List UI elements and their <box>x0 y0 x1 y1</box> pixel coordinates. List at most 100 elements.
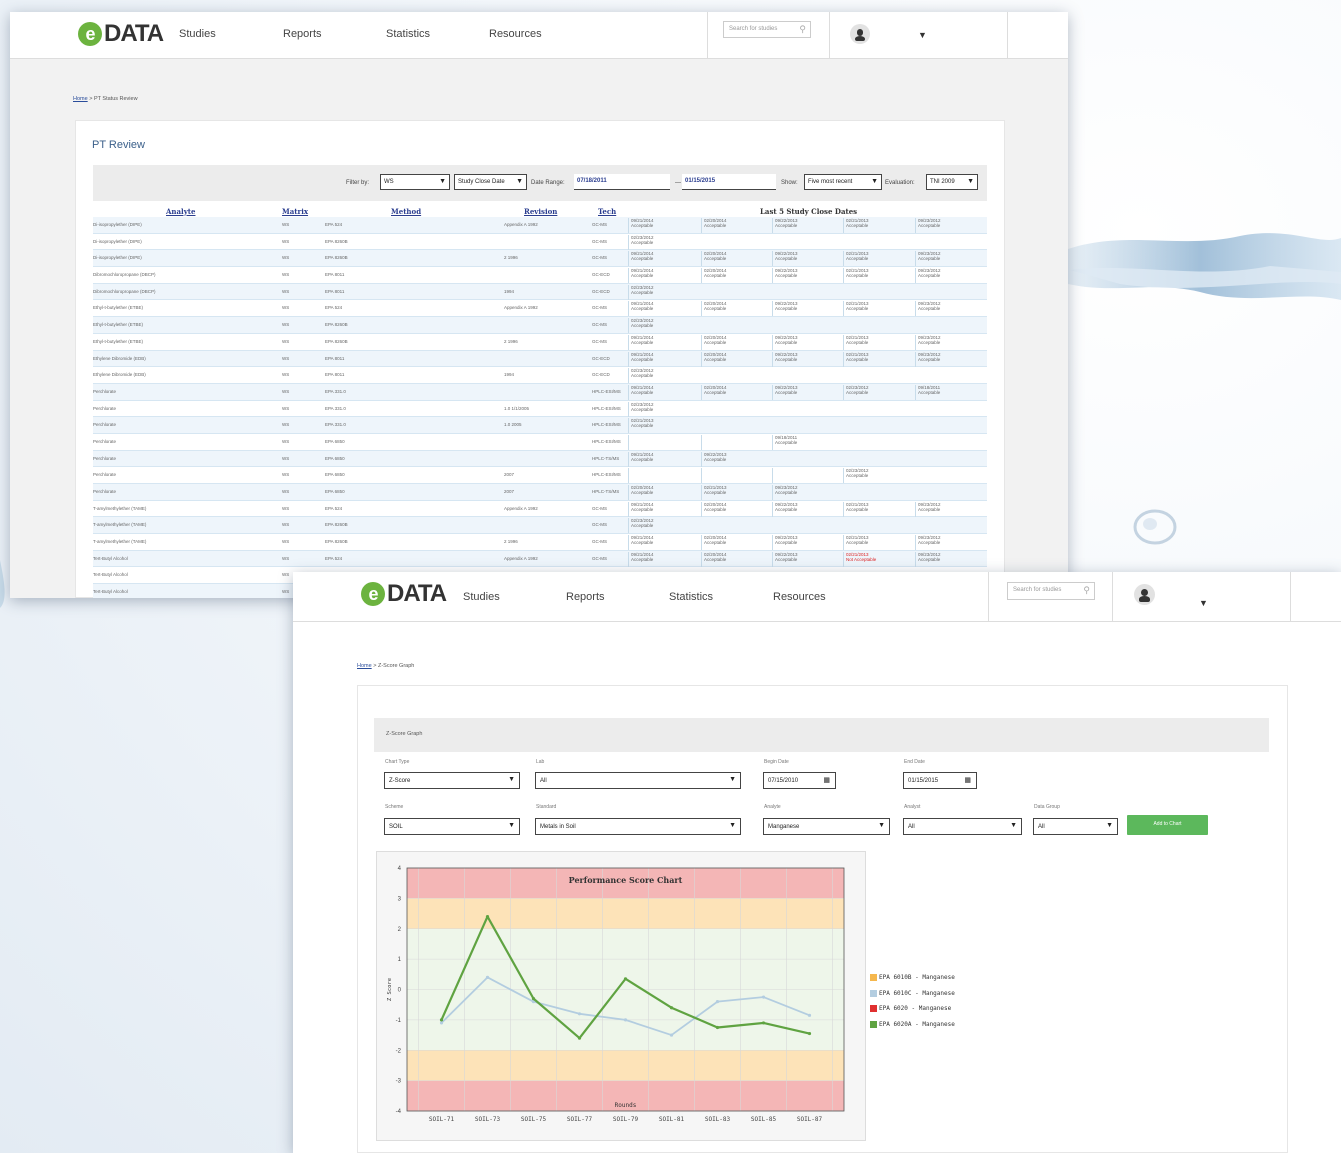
col-matrix[interactable]: Matrix <box>282 207 308 216</box>
analyst-select[interactable]: All ▼ <box>903 818 1022 835</box>
top-header: e DATA Studies Reports Statistics Resour… <box>293 572 1341 622</box>
chart-type-select[interactable]: Z-Score ▼ <box>384 772 520 789</box>
cell-method: EPA 8011 <box>325 288 345 294</box>
evaluation-select[interactable]: TNI 2009 ▼ <box>926 174 978 190</box>
chevron-down-icon[interactable]: ▼ <box>1199 598 1208 608</box>
table-row[interactable]: Ethylene Dibromide (EDB) WS EPA 8011 1994 GC… <box>93 367 987 384</box>
table-row[interactable]: T-amylmethylether (TAME) WS EPA 8260B 2 199… <box>93 534 987 551</box>
table-row[interactable]: Perchlorate WS EPA 6850 HPLC-TS/MS 09/21/201… <box>93 450 987 468</box>
nav-statistics[interactable]: Statistics <box>669 591 713 603</box>
nav-reports[interactable]: Reports <box>566 591 605 603</box>
date-to-input[interactable]: 01/15/2015 <box>682 174 776 190</box>
table-row[interactable]: Ethylene Dibromide (EDB) WS EPA 8011 GC-ECD… <box>93 350 987 368</box>
calendar-icon[interactable]: ▦ <box>823 776 830 784</box>
x-tick-label: SOIL-79 <box>613 1116 639 1123</box>
table-row[interactable]: Dibromochloropropane (DBCP) WS EPA 8011 199… <box>93 283 987 301</box>
cell-revision: 2 1996 <box>504 539 518 545</box>
date-from-input[interactable]: 07/18/2011 <box>574 174 670 190</box>
nav-statistics[interactable]: Statistics <box>386 28 430 40</box>
chart-type-label: Chart Type <box>385 759 410 765</box>
legend-item[interactable]: EPA 6010C - Manganese <box>870 986 955 1002</box>
user-avatar-icon[interactable] <box>1134 584 1155 605</box>
standard-select[interactable]: Metals in Soil ▼ <box>535 818 741 835</box>
header-divider <box>707 12 708 59</box>
edata-logo[interactable]: e DATA <box>361 580 447 608</box>
filter-by-select[interactable]: WS ▼ <box>380 174 450 190</box>
table-row[interactable]: Perchlorate WS EPA 331.0 1.0 2005 HPLC-ESI/M… <box>93 417 987 434</box>
col-tech[interactable]: Tech <box>598 207 616 216</box>
chart-type-value: Z-Score <box>389 778 411 784</box>
dropdown-arrow-icon: ▼ <box>1106 822 1113 829</box>
cell-study-date: 09/21/2014 Acceptable <box>628 451 654 467</box>
show-select[interactable]: Five most recent ▼ <box>804 174 882 190</box>
lab-select[interactable]: All ▼ <box>535 772 741 789</box>
table-row[interactable]: Perchlorate WS EPA 331.0 1.0 1/1/2005 HPLC-E… <box>93 400 987 418</box>
cell-analyte: Ethyl-t-butylether (ETBE) <box>93 305 144 311</box>
breadcrumb-home-link[interactable]: Home <box>73 96 88 102</box>
search-icon: ⚲ <box>1083 585 1090 595</box>
cell-matrix: WS <box>282 255 290 261</box>
cell-study-date: 09/22/2013 Acceptable <box>772 551 798 567</box>
cell-study-date: 02/21/2013 Acceptable <box>843 251 869 267</box>
cell-matrix: WS <box>282 355 290 361</box>
data-point <box>485 915 490 919</box>
date-field-select[interactable]: Study Close Date ▼ <box>454 174 527 190</box>
scheme-select[interactable]: SOIL ▼ <box>384 818 520 835</box>
table-row[interactable]: Perchlorate WS EPA 6850 2007 HPLC-ESI/MS 02/2… <box>93 467 987 484</box>
calendar-icon[interactable]: ▦ <box>964 776 971 784</box>
pt-review-table: Analyte Matrix Method Revision Tech Last… <box>93 205 987 598</box>
y-axis-label: Z Score <box>387 978 393 1001</box>
nav-reports[interactable]: Reports <box>283 28 322 40</box>
user-avatar-icon[interactable] <box>850 24 870 44</box>
table-row[interactable]: Perchlorate WS EPA 6850 2007 HPLC-TS/MS 02/20… <box>93 484 987 501</box>
table-row[interactable]: Dibromochloropropane (DBCP) WS EPA 8011 GC-… <box>93 267 987 284</box>
legend-item[interactable]: EPA 6010B - Manganese <box>870 970 955 986</box>
cell-study-date: 09/18/2011 Acceptable <box>772 434 797 450</box>
table-row[interactable]: Ethyl-t-butylether (ETBE) WS EPA 8260B GC-M… <box>93 317 987 334</box>
table-row[interactable]: Ethyl-t-butylether (ETBE) WS EPA 8260B 2 19… <box>93 333 987 351</box>
table-row[interactable]: T-amylmethylether (TAME) WS EPA 524 Appendi… <box>93 500 987 518</box>
cell-method: EPA 8260B <box>325 255 348 261</box>
nav-studies[interactable]: Studies <box>179 28 216 40</box>
col-revision[interactable]: Revision <box>524 207 557 216</box>
data-group-select[interactable]: All ▼ <box>1033 818 1118 835</box>
table-row[interactable]: Di-isopropylether (DIPE) WS EPA 524 Appendi… <box>93 217 987 234</box>
legend-item[interactable]: EPA 6020A - Manganese <box>870 1017 955 1033</box>
search-placeholder: Search for studies <box>729 26 778 32</box>
table-row[interactable]: Tert-Butyl Alcohol WS EPA 524 Appendix A 19… <box>93 550 987 568</box>
end-date-input[interactable]: 01/15/2015 ▦ <box>903 772 977 789</box>
begin-date-input[interactable]: 07/15/2010 ▦ <box>763 772 836 789</box>
search-input[interactable]: Search for studies ⚲ <box>723 21 811 38</box>
table-row[interactable]: Perchlorate WS EPA 6850 HPLC-ESI/MS 09/18/20… <box>93 433 987 451</box>
breadcrumb-home-link[interactable]: Home <box>357 663 372 669</box>
cell-analyte: Tert-Butyl Alcohol <box>93 555 128 561</box>
cell-method: EPA 331.0 <box>325 422 346 428</box>
cell-matrix: WS <box>282 222 290 227</box>
table-row[interactable]: Di-isopropylether (DIPE) WS EPA 8260B 2 199… <box>93 250 987 268</box>
nav-resources[interactable]: Resources <box>489 28 542 40</box>
filter-bar: Filter by: WS ▼ Study Close Date ▼ Date Ra… <box>93 165 987 201</box>
cell-study-date: 02/20/2014 Acceptable <box>701 301 727 317</box>
legend-swatch <box>870 1005 877 1013</box>
table-row[interactable]: Ethyl-t-butylether (ETBE) WS EPA 524 Append… <box>93 300 987 318</box>
edata-logo[interactable]: e DATA <box>78 20 164 48</box>
cell-revision: 2007 <box>504 489 515 494</box>
add-to-chart-button[interactable]: Add to Chart <box>1127 815 1208 835</box>
dropdown-arrow-icon: ▼ <box>439 178 446 185</box>
cell-revision: 1.0 2005 <box>504 422 522 428</box>
legend-item[interactable]: EPA 6020 - Manganese <box>870 1001 955 1017</box>
cell-matrix: WS <box>282 555 290 561</box>
cell-tech: GC-MS <box>592 505 607 511</box>
chevron-down-icon[interactable]: ▼ <box>918 30 927 40</box>
search-input[interactable]: Search for studies ⚲ <box>1007 582 1095 600</box>
breadcrumb-current: PT Status Review <box>93 96 138 102</box>
table-row[interactable]: Perchlorate WS EPA 331.0 HPLC-ESI/MS 09/21/2… <box>93 383 987 401</box>
nav-resources[interactable]: Resources <box>773 591 826 603</box>
nav-studies[interactable]: Studies <box>463 591 500 603</box>
col-analyte[interactable]: Analyte <box>166 207 195 216</box>
top-header: e DATA Studies Reports Statistics Resour… <box>10 12 1068 59</box>
analyte-select[interactable]: Manganese ▼ <box>763 818 890 835</box>
col-method[interactable]: Method <box>391 207 421 216</box>
table-row[interactable]: Di-isopropylether (DIPE) WS EPA 8260B GC-MS… <box>93 233 987 251</box>
table-row[interactable]: T-amylmethylether (TAME) WS EPA 8260B GC-MS… <box>93 517 987 535</box>
